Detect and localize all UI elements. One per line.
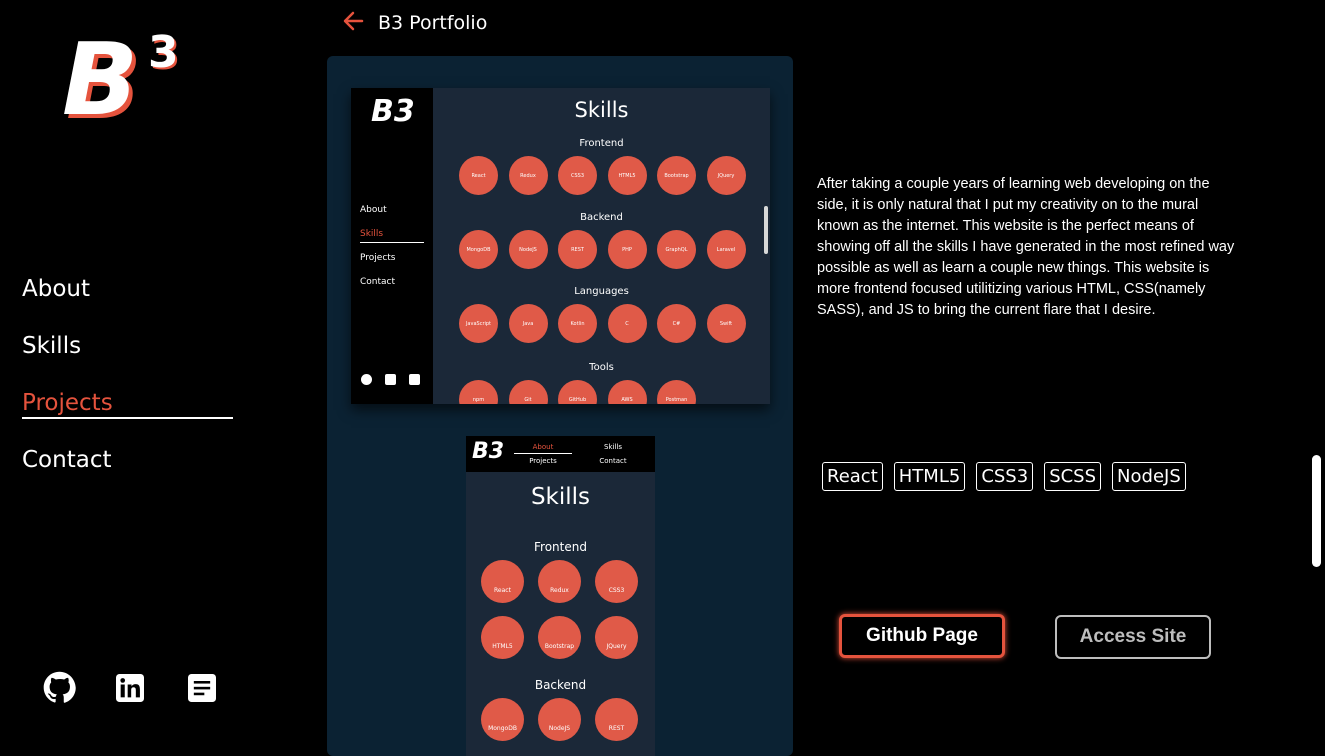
nav-active-underline <box>22 417 233 419</box>
preview-skill-bootstrap: Bootstrap <box>657 156 696 195</box>
preview-skill-c: C <box>607 304 647 343</box>
preview-title: Skills <box>574 98 629 122</box>
preview-skill-git: Git <box>508 380 548 404</box>
mobile-section-frontend: Frontend <box>534 540 587 554</box>
preview-skill-jquery: JQuery <box>706 156 746 195</box>
mobile-header: B3 About Skills Projects Contact <box>466 436 655 472</box>
preview-skill-laravel: Laravel <box>706 230 746 269</box>
preview-skill-c: C# <box>657 304 696 343</box>
mobile-skill-mongodb: MongoDB <box>481 698 524 741</box>
preview-section-tools: Tools <box>589 362 614 373</box>
mobile-preview: B3 About Skills Projects Contact Skills … <box>466 436 655 756</box>
preview-skill-javascript: JavaScript <box>459 304 498 343</box>
preview-section-languages: Languages <box>574 286 629 297</box>
logo-letter: B <box>62 21 138 126</box>
preview-skill-swift: Swift <box>706 304 746 343</box>
preview-skill-graphql: GraphQL <box>657 230 696 269</box>
project-description: After taking a couple years of learning … <box>817 176 1235 318</box>
preview-sidebar: B3 About Skills Projects Contact <box>351 88 433 404</box>
preview-skill-html5: HTML5 <box>607 156 647 195</box>
preview-nav-projects: Projects <box>360 253 396 263</box>
preview-logo: B3 <box>371 94 415 129</box>
preview-skill-react: React <box>459 156 498 195</box>
mobile-section-backend: Backend <box>534 678 587 692</box>
linkedin-icon[interactable] <box>116 674 144 706</box>
preview-section-backend: Backend <box>580 212 623 223</box>
preview-skill-css3: CSS3 <box>558 156 597 195</box>
preview-skill-postman: Postman <box>657 380 696 404</box>
preview-skill-mongodb: MongoDB <box>459 230 498 269</box>
logo[interactable]: B B 3 3 <box>62 14 192 142</box>
mobile-nav-about: About <box>532 443 554 451</box>
tag-scss: SCSS <box>1044 462 1102 491</box>
mobile-skill-html5: HTML5 <box>481 616 524 659</box>
preview-skill-java: Java <box>508 304 548 343</box>
preview-linkedin-icon <box>385 374 396 385</box>
back-arrow-icon[interactable] <box>342 10 364 36</box>
preview-skill-npm: npm <box>459 380 498 404</box>
mobile-skill-rest: REST <box>595 698 638 741</box>
preview-nav-about: About <box>360 205 387 215</box>
side-nav: About Skills Projects Contact <box>22 272 233 500</box>
mobile-skill-css3: CSS3 <box>595 560 638 603</box>
preview-skill-aws: AWS <box>607 380 647 404</box>
access-site-button[interactable]: Access Site <box>1055 615 1211 659</box>
preview-content: Skills Frontend React Redux CSS3 HTML5 Bootst… <box>433 88 770 404</box>
preview-scrollbar <box>764 206 768 254</box>
preview-skill-kotlin: Kotlin <box>558 304 597 343</box>
preview-skill-php: PHP <box>607 230 647 269</box>
page-scrollbar[interactable] <box>1309 0 1325 744</box>
preview-skill-redux: Redux <box>508 156 548 195</box>
preview-skill-rest: REST <box>558 230 597 269</box>
mobile-nav-contact: Contact <box>599 457 627 465</box>
nav-item-skills[interactable]: Skills <box>22 329 113 386</box>
mobile-skill-redux: Redux <box>538 560 581 603</box>
mobile-nav-underline <box>514 453 572 454</box>
preview-github-icon <box>361 374 372 385</box>
logo-sup: 3 <box>148 27 179 78</box>
preview-resume-icon <box>409 374 420 385</box>
tech-tags: React HTML5 CSS3 SCSS NodeJS <box>822 462 1186 491</box>
nav-item-projects[interactable]: Projects <box>22 386 113 443</box>
page-title: B3 Portfolio <box>378 12 488 34</box>
mobile-skill-jquery: JQuery <box>595 616 638 659</box>
page-header: B3 Portfolio <box>342 10 487 36</box>
mobile-content: Skills Frontend React Redux CSS3 HTML5 Bootst… <box>466 472 655 756</box>
preview-nav-contact: Contact <box>360 277 396 287</box>
mobile-skill-bootstrap: Bootstrap <box>538 616 581 659</box>
preview-section-frontend: Frontend <box>579 138 624 149</box>
tag-react: React <box>822 462 883 491</box>
tag-css3: CSS3 <box>976 462 1034 491</box>
mobile-title: Skills <box>530 484 591 510</box>
tag-nodejs: NodeJS <box>1112 462 1186 491</box>
preview-skill-github: GitHub <box>558 380 597 404</box>
logo-mark: B B 3 3 <box>62 21 181 142</box>
preview-nav-underline <box>360 242 424 243</box>
resume-icon[interactable] <box>188 674 216 706</box>
github-page-button[interactable]: Github Page <box>839 614 1005 658</box>
mobile-skill-nodejs: NodeJS <box>538 698 581 741</box>
preview-skill-nodejs: NodeJS <box>508 230 548 269</box>
nav-item-about[interactable]: About <box>22 272 113 329</box>
page-scrollbar-thumb[interactable] <box>1312 455 1321 567</box>
preview-nav-skills: Skills <box>360 229 384 239</box>
mobile-skill-react: React <box>481 560 524 603</box>
nav-item-contact[interactable]: Contact <box>22 443 113 500</box>
mobile-nav-skills: Skills <box>604 443 622 451</box>
github-icon[interactable] <box>43 671 76 708</box>
mobile-logo: B3 <box>472 439 505 464</box>
mobile-nav-projects: Projects <box>529 457 557 465</box>
desktop-preview: B3 About Skills Projects Contact Skills … <box>351 88 770 404</box>
preview-panel: B3 About Skills Projects Contact Skills … <box>327 56 793 756</box>
tag-html5: HTML5 <box>893 462 966 491</box>
